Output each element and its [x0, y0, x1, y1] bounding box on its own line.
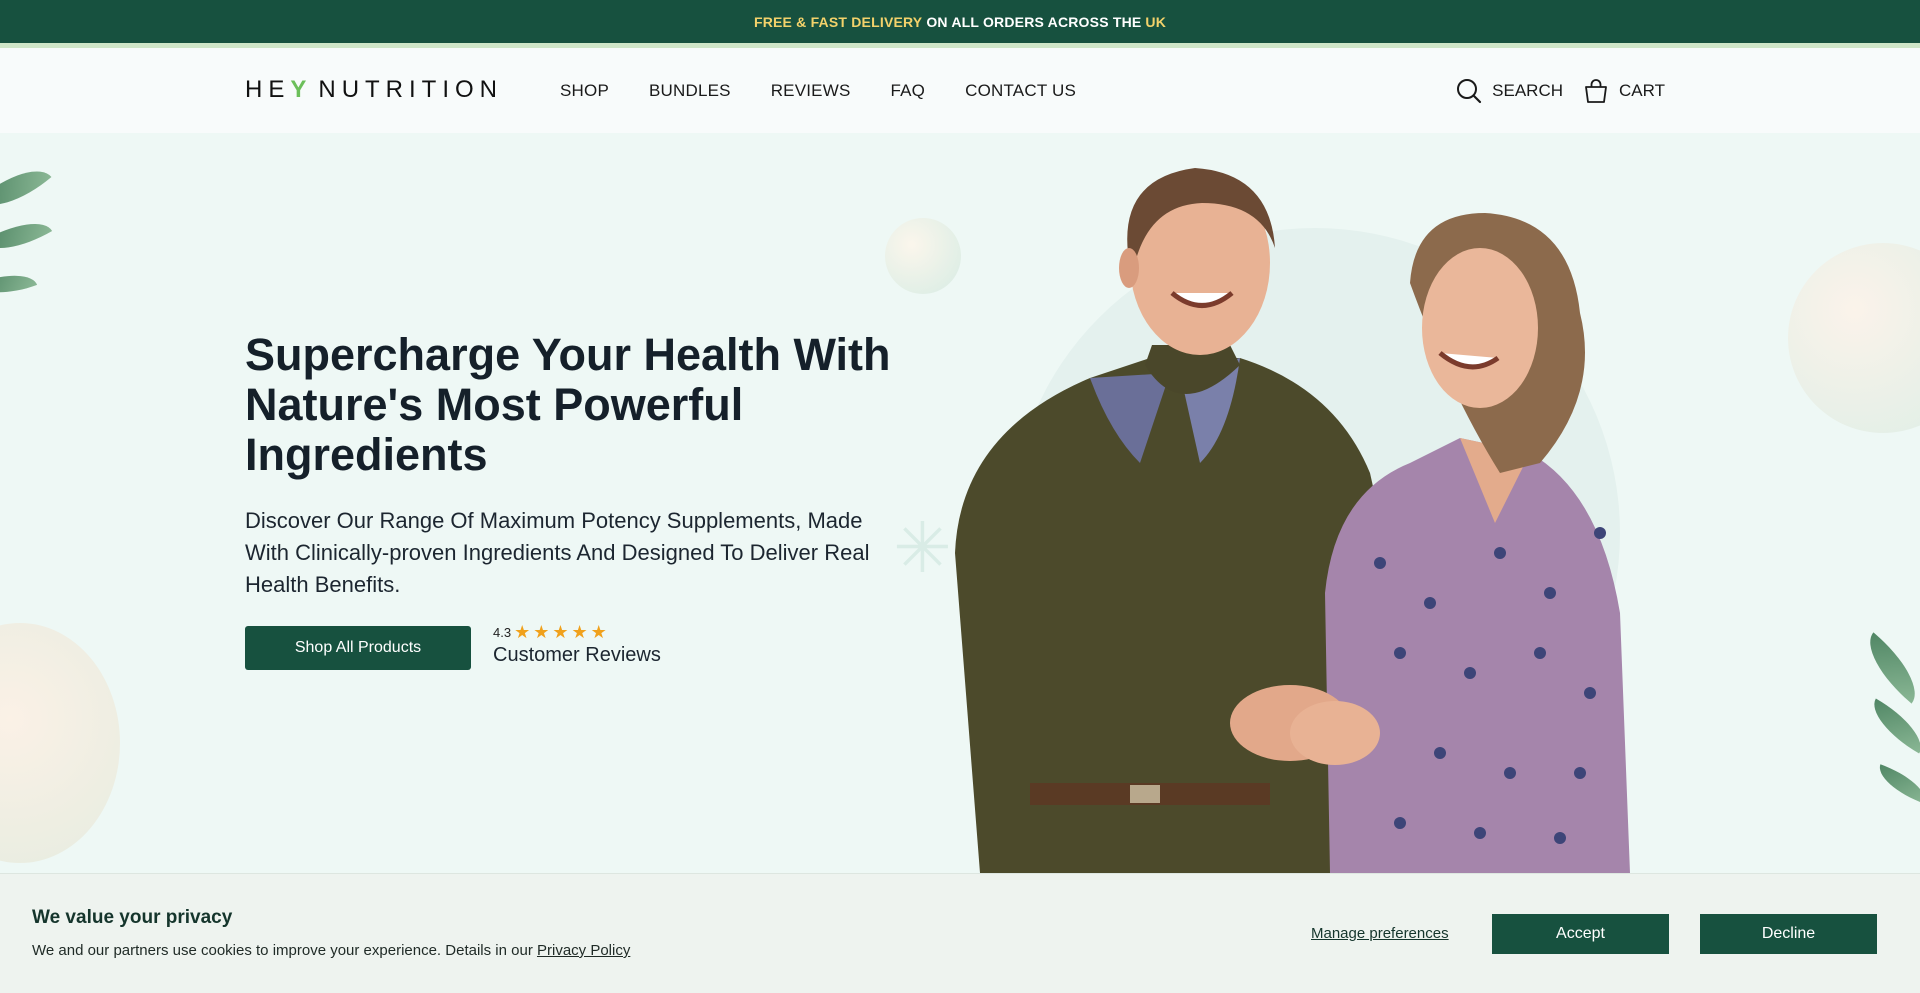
- cart-icon: [1583, 78, 1609, 104]
- logo-text-left: HE: [245, 76, 291, 103]
- logo-text-right: NUTRITION: [318, 76, 504, 103]
- announcement-bar: FREE & FAST DELIVERY ON ALL ORDERS ACROS…: [0, 0, 1920, 43]
- cart-label: CART: [1619, 80, 1665, 100]
- leaf-decoration: [1862, 698, 1920, 754]
- nav-faq[interactable]: FAQ: [891, 81, 926, 101]
- hero-subtext: Discover Our Range Of Maximum Potency Su…: [245, 508, 870, 597]
- nav-shop[interactable]: SHOP: [560, 81, 609, 101]
- rating-value: 4.3: [493, 624, 512, 640]
- privacy-policy-link[interactable]: Privacy Policy: [537, 942, 630, 959]
- leaf-decoration: [0, 264, 38, 304]
- decorative-bubble: [1788, 243, 1920, 433]
- leaf-decoration: [1854, 632, 1920, 704]
- announcement-country: UK: [1145, 13, 1167, 30]
- decline-button[interactable]: Decline: [1700, 914, 1877, 954]
- rating-row: 4.3 ★ ★ ★ ★ ★: [493, 622, 661, 642]
- hero-headline: Supercharge Your Health With Nature's Mo…: [245, 329, 891, 480]
- site-header: HE Y NUTRITION SHOP BUNDLES REVIEWS FAQ CO…: [0, 48, 1920, 133]
- star-icon: ★: [552, 622, 569, 642]
- accept-button[interactable]: Accept: [1492, 914, 1669, 954]
- nav-contact-us[interactable]: CONTACT US: [965, 81, 1076, 101]
- nav-bundles[interactable]: BUNDLES: [649, 81, 731, 101]
- hero-section: ✳ Supercharge Your Health With Nature's …: [0, 133, 1920, 873]
- star-icon: ★: [590, 622, 607, 642]
- announcement-text: ON ALL ORDERS ACROSS THE: [926, 13, 1142, 30]
- decorative-bubble: [0, 623, 120, 863]
- leaf-decoration: [0, 208, 53, 264]
- cookie-description: We and our partners use cookies to impro…: [32, 942, 533, 959]
- shop-all-products-button[interactable]: Shop All Products: [245, 626, 471, 670]
- star-icon: ★: [571, 622, 588, 642]
- search-button[interactable]: SEARCH: [1456, 78, 1563, 104]
- hero-couple-image: [955, 168, 1630, 873]
- rating-label: Customer Reviews: [493, 644, 661, 666]
- announcement-highlight: FREE & FAST DELIVERY: [753, 13, 923, 30]
- search-label: SEARCH: [1492, 80, 1564, 100]
- star-icon: ★: [533, 622, 550, 642]
- cart-button[interactable]: CART: [1583, 78, 1665, 104]
- search-icon: [1456, 78, 1482, 104]
- manage-preferences-link[interactable]: Manage preferences: [1311, 925, 1449, 942]
- leaf-decoration: [1872, 764, 1920, 804]
- leaf-decoration: [0, 154, 52, 222]
- main-nav: SHOP BUNDLES REVIEWS FAQ CONTACT US: [560, 48, 1076, 133]
- header-actions: SEARCH CART: [1456, 48, 1665, 133]
- star-icon: ★: [514, 622, 531, 642]
- cookie-title: We value your privacy: [32, 907, 233, 928]
- nav-reviews[interactable]: REVIEWS: [771, 81, 851, 101]
- brand-logo[interactable]: HE Y NUTRITION: [245, 76, 503, 104]
- customer-rating[interactable]: 4.3 ★ ★ ★ ★ ★ Customer Reviews: [493, 622, 661, 667]
- cookie-text: We and our partners use cookies to impro…: [32, 942, 630, 959]
- logo-mark: Y: [290, 76, 313, 103]
- cookie-banner: We value your privacy We and our partner…: [0, 873, 1920, 993]
